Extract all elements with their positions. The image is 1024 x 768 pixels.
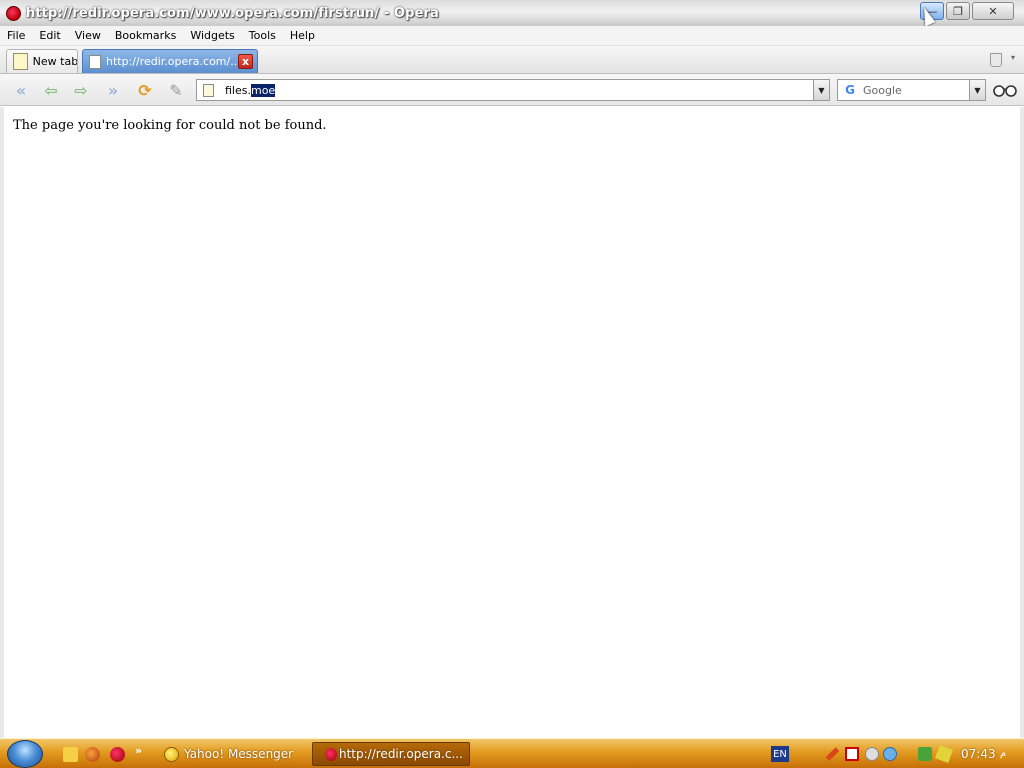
glasses-icon[interactable] xyxy=(993,83,1017,97)
menu-widgets[interactable]: Widgets xyxy=(183,29,241,42)
back-button[interactable]: ⇦ xyxy=(40,80,62,100)
yahoo-smiley-icon xyxy=(164,746,179,762)
window-title: http://redir.opera.com/www.opera.com/fir… xyxy=(26,5,439,21)
forward-button[interactable]: ⇨ xyxy=(70,80,92,100)
tab-active-page[interactable]: http://redir.opera.com/... x xyxy=(82,49,258,73)
taskbar: » Yahoo! Messenger http://redir.opera.c.… xyxy=(0,738,1024,768)
taskbar-item-label: http://redir.opera.c... xyxy=(339,747,463,761)
search-box[interactable]: G Google ▼ xyxy=(837,79,986,101)
error-message: The page you're looking for could not be… xyxy=(13,118,327,133)
tray-camera-icon[interactable] xyxy=(918,747,932,761)
close-window-button[interactable]: ✕ xyxy=(972,2,1014,20)
tab-label: http://redir.opera.com/... xyxy=(106,55,241,68)
opera-logo-icon xyxy=(325,747,337,761)
menu-file[interactable]: File xyxy=(0,29,32,42)
rewind-button[interactable]: « xyxy=(10,80,32,100)
taskbar-opera-window[interactable]: http://redir.opera.c... xyxy=(312,742,470,766)
trash-icon[interactable] xyxy=(990,53,1002,67)
system-clock[interactable]: 07:43 xyxy=(961,747,996,761)
window-controls: — ❐ ✕ xyxy=(920,2,1014,20)
reload-button[interactable]: ⟳ xyxy=(134,80,156,100)
language-indicator[interactable]: EN xyxy=(771,746,789,762)
quick-launch-browser-icon[interactable] xyxy=(85,747,100,762)
start-button[interactable] xyxy=(7,740,43,768)
page-content: The page you're looking for could not be… xyxy=(0,107,1024,738)
taskbar-yahoo-messenger[interactable]: Yahoo! Messenger xyxy=(160,742,300,766)
tray-pen-icon[interactable] xyxy=(825,747,840,761)
menu-bookmarks[interactable]: Bookmarks xyxy=(108,29,183,42)
menu-bar: File Edit View Bookmarks Widgets Tools H… xyxy=(0,26,1024,46)
chevron-down-icon[interactable]: ▾ xyxy=(1011,53,1015,62)
navigation-toolbar: « ⇦ ⇨ » ⟳ ✎ files. moe ▼ G Google ▼ xyxy=(0,74,1024,106)
menu-help[interactable]: Help xyxy=(283,29,322,42)
maximize-button[interactable]: ❐ xyxy=(946,2,970,20)
tray-network-icon[interactable] xyxy=(883,747,897,761)
quick-launch-opera-icon[interactable] xyxy=(110,747,125,762)
close-tab-button[interactable]: x xyxy=(238,54,253,69)
menu-tools[interactable]: Tools xyxy=(242,29,283,42)
menu-view[interactable]: View xyxy=(68,29,108,42)
tab-new-tab[interactable]: New tab xyxy=(6,49,78,73)
taskbar-item-label: Yahoo! Messenger xyxy=(184,747,294,761)
title-bar: http://redir.opera.com/www.opera.com/fir… xyxy=(0,0,1024,26)
new-tab-icon xyxy=(13,53,28,70)
tab-bar: New tab http://redir.opera.com/... x ▾ xyxy=(0,46,1024,74)
address-text[interactable]: files. xyxy=(225,84,251,97)
tab-label: New tab xyxy=(32,55,77,68)
address-dropdown-button[interactable]: ▼ xyxy=(813,80,829,100)
quick-launch-more-icon[interactable]: » xyxy=(135,744,142,757)
address-bar[interactable]: files. moe ▼ xyxy=(196,79,830,101)
address-selected-text[interactable]: moe xyxy=(250,83,276,97)
tray-smiley-icon[interactable] xyxy=(865,747,879,761)
menu-edit[interactable]: Edit xyxy=(32,29,67,42)
page-icon xyxy=(203,83,214,97)
opera-logo-icon[interactable] xyxy=(6,5,21,21)
search-engine-dropdown-button[interactable]: ▼ xyxy=(969,80,985,100)
edit-button[interactable]: ✎ xyxy=(165,80,187,100)
clock-period: م xyxy=(1000,748,1007,759)
tray-alert-icon[interactable] xyxy=(845,747,859,761)
search-input[interactable]: Google xyxy=(863,84,902,97)
google-icon: G xyxy=(845,83,855,97)
fast-forward-button[interactable]: » xyxy=(102,80,124,100)
quick-launch-folder-icon[interactable] xyxy=(63,747,78,762)
tray-tool-icon[interactable] xyxy=(935,745,953,763)
page-icon xyxy=(89,54,101,69)
